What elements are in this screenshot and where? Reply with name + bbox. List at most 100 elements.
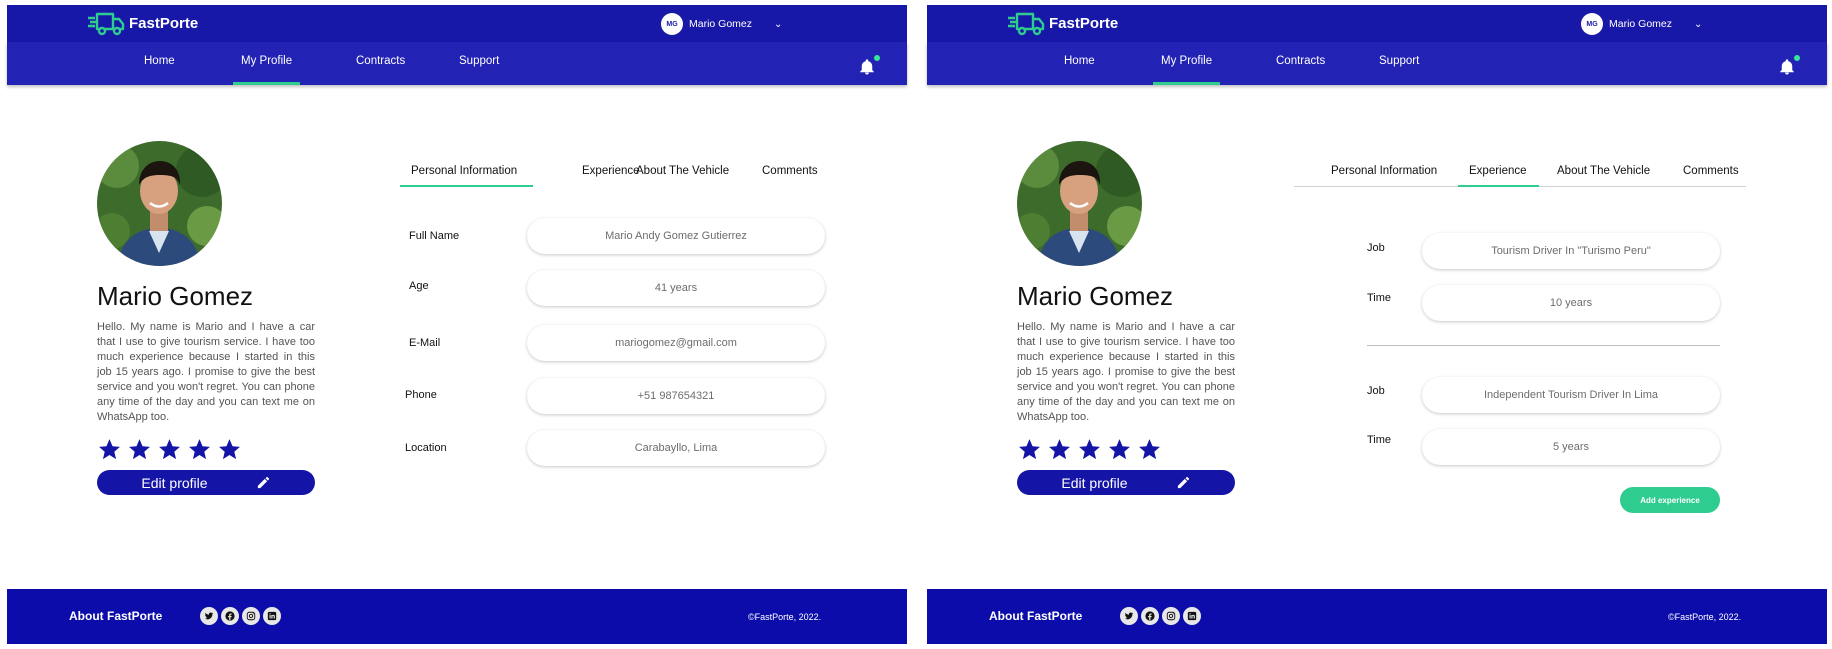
nav-home[interactable]: Home bbox=[144, 55, 175, 85]
star-icon bbox=[189, 439, 210, 460]
nav-support[interactable]: Support bbox=[1379, 55, 1419, 85]
user-avatar: MG bbox=[661, 13, 683, 35]
star-icon bbox=[159, 439, 180, 460]
user-name: Mario Gomez bbox=[689, 18, 753, 30]
nav-my-profile[interactable]: My Profile bbox=[1152, 55, 1221, 85]
user-menu[interactable]: MG Mario Gomez ⌄ bbox=[1581, 13, 1702, 35]
tab-experience[interactable]: Experience bbox=[1469, 165, 1527, 177]
brand-logo[interactable]: FastPorte bbox=[87, 10, 198, 37]
tab-about-the-vehicle[interactable]: About The Vehicle bbox=[1557, 165, 1650, 177]
footer: About FastPorte ©FastPorte, 2022. bbox=[7, 589, 907, 644]
edit-profile-button[interactable]: Edit profile bbox=[1017, 470, 1235, 495]
phone-field: +51 987654321 bbox=[527, 378, 825, 414]
edit-profile-label: Edit profile bbox=[141, 474, 208, 491]
profile-name: Mario Gomez bbox=[1017, 281, 1174, 311]
time-field: 5 years bbox=[1422, 429, 1720, 465]
experience-divider bbox=[1367, 345, 1720, 346]
nav-contracts[interactable]: Contracts bbox=[1276, 55, 1325, 85]
footer: About FastPorte ©FastPorte, 2022. bbox=[927, 589, 1827, 644]
user-menu[interactable]: MG Mario Gomez ⌄ bbox=[661, 13, 782, 35]
job-label: Job bbox=[1367, 242, 1385, 254]
footer-title[interactable]: About FastPorte bbox=[69, 609, 162, 623]
tab-experience[interactable]: Experience bbox=[582, 165, 640, 177]
nav-support[interactable]: Support bbox=[459, 55, 499, 85]
top-bar: FastPorte MG Mario Gomez ⌄ bbox=[7, 5, 907, 42]
instagram-icon[interactable] bbox=[1162, 607, 1180, 625]
location-label: Location bbox=[405, 442, 447, 454]
social-links bbox=[1120, 607, 1204, 625]
chevron-down-icon[interactable]: ⌄ bbox=[1694, 19, 1702, 30]
nav-bar: Home My Profile Contracts Support bbox=[7, 42, 907, 85]
location-field: Carabayllo, Lima bbox=[527, 430, 825, 466]
nav-bar: Home My Profile Contracts Support bbox=[927, 42, 1827, 85]
brand-logo[interactable]: FastPorte bbox=[1007, 10, 1118, 37]
edit-profile-button[interactable]: Edit profile bbox=[97, 470, 315, 495]
pencil-icon bbox=[257, 476, 269, 489]
job-label: Job bbox=[1367, 385, 1385, 397]
profile-photo bbox=[97, 141, 222, 266]
footer-title[interactable]: About FastPorte bbox=[989, 609, 1082, 623]
star-icon bbox=[1139, 439, 1160, 460]
star-icon bbox=[1079, 439, 1100, 460]
edit-profile-label: Edit profile bbox=[1061, 474, 1128, 491]
truck-icon bbox=[88, 12, 125, 36]
active-tab-indicator bbox=[1458, 185, 1539, 187]
notification-dot bbox=[874, 55, 880, 61]
twitter-icon[interactable] bbox=[200, 607, 218, 625]
age-label: Age bbox=[409, 280, 429, 292]
rating-stars bbox=[1017, 437, 1167, 462]
phone-label: Phone bbox=[405, 389, 437, 401]
rating-stars bbox=[97, 437, 247, 462]
star-icon bbox=[99, 439, 120, 460]
age-field: 41 years bbox=[527, 270, 825, 306]
pencil-icon bbox=[1177, 476, 1189, 489]
instagram-icon[interactable] bbox=[242, 607, 260, 625]
notification-bell-icon[interactable] bbox=[1778, 58, 1796, 76]
user-avatar: MG bbox=[1581, 13, 1603, 35]
user-name: Mario Gomez bbox=[1609, 18, 1673, 30]
time-field: 10 years bbox=[1422, 285, 1720, 321]
tab-personal-information[interactable]: Personal Information bbox=[1331, 165, 1437, 177]
nav-my-profile[interactable]: My Profile bbox=[232, 55, 301, 85]
full-name-field: Mario Andy Gomez Gutierrez bbox=[527, 218, 825, 254]
time-label: Time bbox=[1367, 434, 1392, 446]
email-field: mariogomez@gmail.com bbox=[527, 325, 825, 361]
tab-personal-information[interactable]: Personal Information bbox=[411, 165, 517, 177]
star-icon bbox=[219, 439, 240, 460]
twitter-icon[interactable] bbox=[1120, 607, 1138, 625]
profile-bio: Hello. My name is Mario and I have a car… bbox=[97, 321, 315, 423]
brand-name: FastPorte bbox=[129, 15, 199, 32]
linkedin-icon[interactable] bbox=[263, 607, 281, 625]
facebook-icon[interactable] bbox=[1141, 607, 1159, 625]
nav-contracts[interactable]: Contracts bbox=[356, 55, 405, 85]
brand-name: FastPorte bbox=[1049, 15, 1119, 32]
profile-photo bbox=[1017, 141, 1142, 266]
facebook-icon[interactable] bbox=[221, 607, 239, 625]
top-bar: FastPorte MG Mario Gomez ⌄ bbox=[927, 5, 1827, 42]
profile-page-personal-info: FastPorte MG Mario Gomez ⌄ Home My Profi… bbox=[7, 5, 907, 644]
star-icon bbox=[129, 439, 150, 460]
star-icon bbox=[1049, 439, 1070, 460]
tab-comments[interactable]: Comments bbox=[1683, 165, 1739, 177]
profile-name: Mario Gomez bbox=[97, 281, 254, 311]
nav-home[interactable]: Home bbox=[1064, 55, 1095, 85]
email-label: E-Mail bbox=[409, 337, 441, 349]
active-tab-indicator bbox=[400, 185, 533, 187]
tab-about-the-vehicle[interactable]: About The Vehicle bbox=[636, 165, 729, 177]
profile-page-experience: FastPorte MG Mario Gomez ⌄ Home My Profi… bbox=[927, 5, 1827, 644]
chevron-down-icon[interactable]: ⌄ bbox=[774, 19, 782, 30]
notification-dot bbox=[1794, 55, 1800, 61]
linkedin-icon[interactable] bbox=[1183, 607, 1201, 625]
social-links bbox=[200, 607, 284, 625]
tab-comments[interactable]: Comments bbox=[762, 165, 818, 177]
star-icon bbox=[1019, 439, 1040, 460]
notification-bell-icon[interactable] bbox=[858, 58, 876, 76]
job-field: Tourism Driver In "Turismo Peru" bbox=[1422, 233, 1720, 269]
copyright: ©FastPorte, 2022. bbox=[1668, 612, 1742, 622]
add-experience-button[interactable]: Add experience bbox=[1620, 487, 1720, 513]
copyright: ©FastPorte, 2022. bbox=[748, 612, 822, 622]
job-field: Independent Tourism Driver In Lima bbox=[1422, 377, 1720, 413]
full-name-label: Full Name bbox=[409, 230, 460, 242]
truck-icon bbox=[1008, 12, 1045, 36]
star-icon bbox=[1109, 439, 1130, 460]
